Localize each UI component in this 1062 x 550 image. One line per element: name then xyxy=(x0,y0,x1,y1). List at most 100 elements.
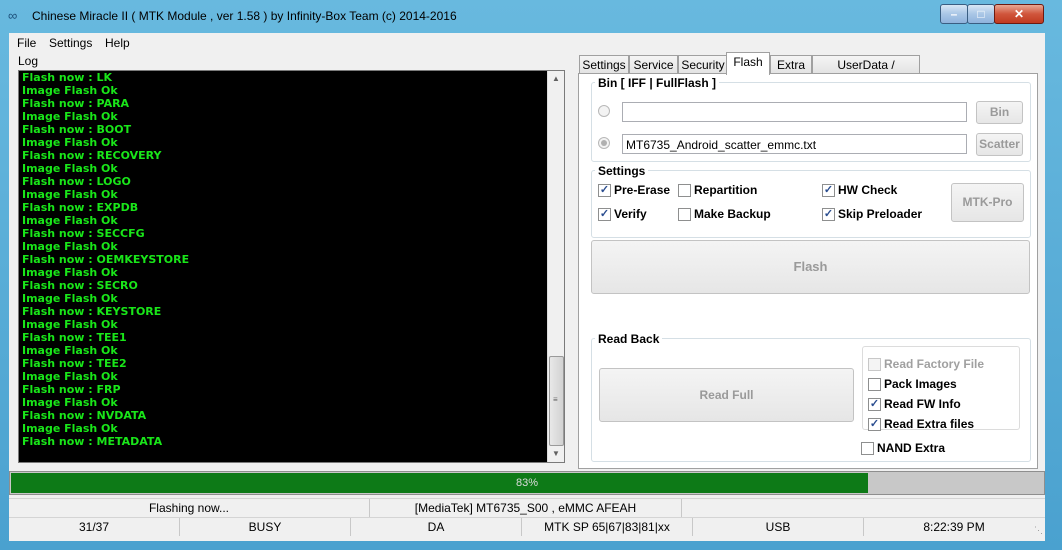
grip-icon: ≡ xyxy=(553,395,558,404)
status-bar-top: Flashing now... [MediaTek] MT6735_S00 , … xyxy=(9,498,1045,518)
status-count: 31/37 xyxy=(9,518,180,536)
scroll-thumb[interactable]: ≡ xyxy=(549,356,564,446)
scatter-radio[interactable] xyxy=(598,137,610,149)
log-line: Flash now : NVDATA xyxy=(22,409,147,422)
log-line: Image Flash Ok xyxy=(22,292,118,305)
status-device: [MediaTek] MT6735_S00 , eMMC AFEAH xyxy=(370,499,682,517)
log-line: Image Flash Ok xyxy=(22,162,118,175)
pack-images-checkbox[interactable] xyxy=(868,378,881,391)
maximize-button[interactable]: □ xyxy=(967,4,995,24)
client-area: File Settings Help Log Flash now : LK Ima… xyxy=(9,33,1045,541)
log-line: Image Flash Ok xyxy=(22,240,118,253)
read-full-button[interactable]: Read Full xyxy=(599,368,854,422)
log-line: Image Flash Ok xyxy=(22,370,118,383)
log-line: Image Flash Ok xyxy=(22,136,118,149)
log-output[interactable]: Flash now : LK Image Flash Ok Flash now : … xyxy=(18,70,565,463)
scroll-up-arrow-icon[interactable]: ▲ xyxy=(548,71,564,87)
log-line: Image Flash Ok xyxy=(22,422,118,435)
log-line: Image Flash Ok xyxy=(22,318,118,331)
status-bar-bottom: 31/37 BUSY DA MTK SP 65|67|83|81|xx USB … xyxy=(9,517,1045,538)
verify-checkbox[interactable]: ✓ xyxy=(598,208,611,221)
title-bar[interactable]: ∞ Chinese Miracle II ( MTK Module , ver … xyxy=(0,0,1062,32)
pre-erase-checkbox[interactable]: ✓ xyxy=(598,184,611,197)
log-line: Flash now : BOOT xyxy=(22,123,132,136)
log-line: Flash now : TEE1 xyxy=(22,331,127,344)
nand-extra-label: NAND Extra xyxy=(877,441,946,455)
minimize-button[interactable]: – xyxy=(940,4,968,24)
settings-group-label: Settings xyxy=(595,164,649,178)
read-fw-info-checkbox[interactable]: ✓ xyxy=(868,398,881,411)
log-lines: Flash now : LK Image Flash Ok Flash now : … xyxy=(22,71,542,448)
pre-erase-label: Pre-Erase xyxy=(614,183,671,197)
pack-images-label: Pack Images xyxy=(884,377,957,391)
menu-settings[interactable]: Settings xyxy=(49,36,92,50)
log-line: Flash now : LOGO xyxy=(22,175,131,188)
bin-path-input[interactable] xyxy=(622,102,967,122)
status-message: Flashing now... xyxy=(9,499,370,517)
tab-settings[interactable]: Settings xyxy=(579,55,629,74)
log-line: Flash now : PARA xyxy=(22,97,130,110)
status-port: USB xyxy=(693,518,864,536)
log-line: Flash now : EXPDB xyxy=(22,201,139,214)
make-backup-label: Make Backup xyxy=(694,207,771,221)
repartition-label: Repartition xyxy=(694,183,758,197)
scatter-button[interactable]: Scatter xyxy=(976,133,1023,156)
bin-button[interactable]: Bin xyxy=(976,101,1023,124)
flash-panel: Bin [ IFF | FullFlash ] Bin MT6735_Andro… xyxy=(578,73,1038,469)
progress-bar: 83% xyxy=(9,471,1045,495)
log-label: Log xyxy=(18,54,39,68)
repartition-checkbox[interactable] xyxy=(678,184,691,197)
app-window: ∞ Chinese Miracle II ( MTK Module , ver … xyxy=(0,0,1062,550)
tab-flash[interactable]: Flash xyxy=(726,52,770,75)
read-factory-file-checkbox xyxy=(868,358,881,371)
close-button[interactable]: ✕ xyxy=(994,4,1044,24)
readback-group-label: Read Back xyxy=(595,332,663,346)
read-factory-file-label: Read Factory File xyxy=(884,357,985,371)
scroll-down-arrow-icon[interactable]: ▼ xyxy=(548,446,564,462)
status-mtk-sp: MTK SP 65|67|83|81|xx xyxy=(522,518,693,536)
tab-service[interactable]: Service xyxy=(629,55,678,74)
log-line: Flash now : SECCFG xyxy=(22,227,145,240)
log-line: Flash now : FRP xyxy=(22,383,121,396)
menu-help[interactable]: Help xyxy=(105,36,130,50)
bin-radio[interactable] xyxy=(598,105,610,117)
status-da: DA xyxy=(351,518,522,536)
log-line: Flash now : OEMKEYSTORE xyxy=(22,253,190,266)
log-line: Flash now : LK xyxy=(22,71,113,84)
verify-label: Verify xyxy=(614,207,647,221)
tab-extra[interactable]: Extra xyxy=(770,55,812,74)
status-time: 8:22:39 PM xyxy=(923,520,985,534)
status-state: BUSY xyxy=(180,518,351,536)
make-backup-checkbox[interactable] xyxy=(678,208,691,221)
skip-preloader-checkbox[interactable]: ✓ xyxy=(822,208,835,221)
read-extra-files-checkbox[interactable]: ✓ xyxy=(868,418,881,431)
flash-button[interactable]: Flash xyxy=(591,240,1030,294)
tab-security[interactable]: Security xyxy=(678,55,728,74)
menu-file[interactable]: File xyxy=(17,36,36,50)
nand-extra-checkbox[interactable] xyxy=(861,442,874,455)
read-extra-files-label: Read Extra files xyxy=(884,417,975,431)
hw-check-checkbox[interactable]: ✓ xyxy=(822,184,835,197)
log-line: Flash now : SECRO xyxy=(22,279,138,292)
log-line: Image Flash Ok xyxy=(22,266,118,279)
log-line: Image Flash Ok xyxy=(22,396,118,409)
log-line: Flash now : RECOVERY xyxy=(22,149,162,162)
log-line: Flash now : TEE2 xyxy=(22,357,127,370)
bin-group-label: Bin [ IFF | FullFlash ] xyxy=(595,76,720,90)
menu-bar: File Settings Help xyxy=(9,33,1045,53)
status-extra xyxy=(682,499,1044,517)
scatter-path-input[interactable]: MT6735_Android_scatter_emmc.txt xyxy=(622,134,967,154)
log-line: Image Flash Ok xyxy=(22,344,118,357)
log-line: Image Flash Ok xyxy=(22,188,118,201)
skip-preloader-label: Skip Preloader xyxy=(838,207,923,221)
mtk-pro-button[interactable]: MTK-Pro xyxy=(951,183,1024,222)
hw-check-label: HW Check xyxy=(838,183,898,197)
log-line: Flash now : METADATA xyxy=(22,435,163,448)
tab-userdata-forensic[interactable]: UserData / Forensic xyxy=(812,55,920,90)
window-title: Chinese Miracle II ( MTK Module , ver 1.… xyxy=(32,9,457,23)
log-line: Flash now : KEYSTORE xyxy=(22,305,162,318)
log-scrollbar[interactable]: ▲ ≡ ▼ xyxy=(547,71,564,462)
infinity-logo-icon: ∞ xyxy=(8,8,18,23)
log-line: Image Flash Ok xyxy=(22,110,118,123)
resize-grip-icon[interactable]: ⋱ xyxy=(1034,525,1043,536)
